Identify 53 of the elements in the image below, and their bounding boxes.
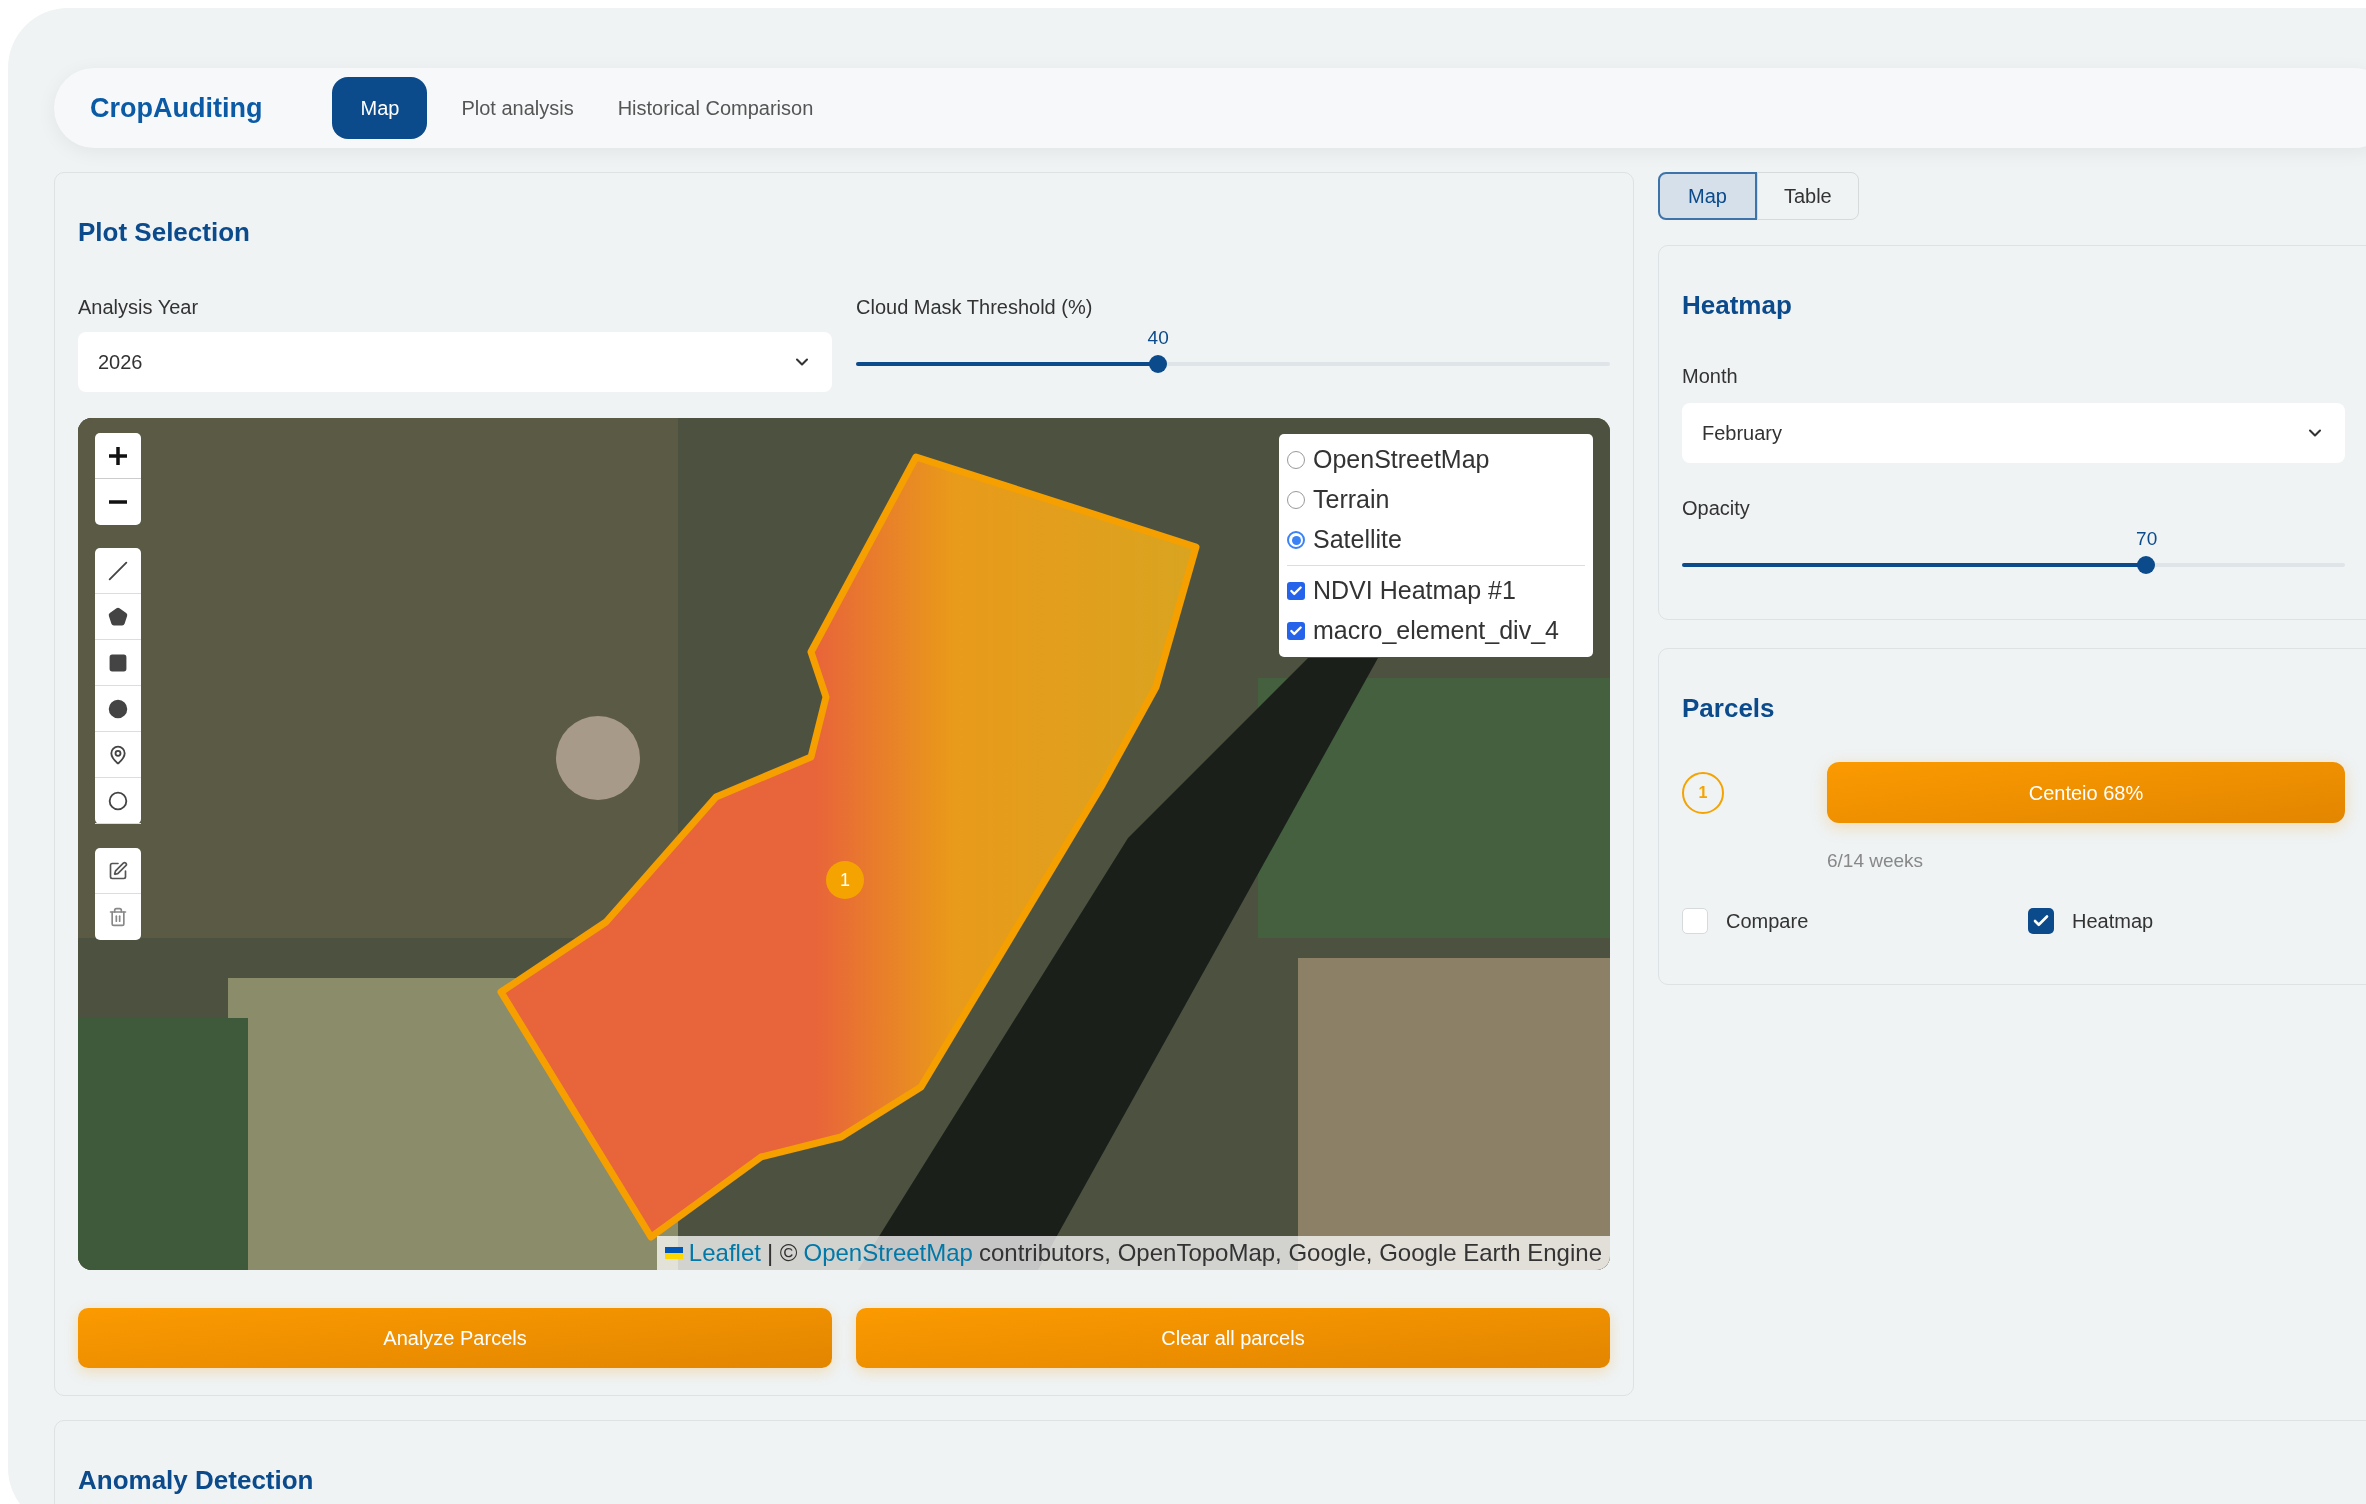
checkbox[interactable] xyxy=(2028,907,2054,934)
weeks-text: 6/14 weeks xyxy=(1827,849,1925,873)
circle-outline-icon xyxy=(108,790,128,811)
nav-tab[interactable]: Plot analysis xyxy=(451,77,584,139)
overlay-option[interactable]: NDVI Heatmap #1 xyxy=(1287,571,1585,611)
view-tab[interactable]: Map xyxy=(1658,172,1757,220)
circle-icon xyxy=(108,698,128,719)
field-label: Cloud Mask Threshold (%) xyxy=(856,295,1094,320)
card-title: Parcels xyxy=(1682,692,1776,725)
check-icon xyxy=(1289,584,1303,598)
flag-icon xyxy=(664,1247,683,1259)
brand-logo-text[interactable]: CropAuditing xyxy=(90,87,263,129)
year-select[interactable]: 2026 xyxy=(78,332,832,392)
slider-track[interactable] xyxy=(856,355,1610,373)
edit-icon xyxy=(108,860,128,881)
view-tab[interactable]: Table xyxy=(1756,172,1859,220)
checkbox[interactable] xyxy=(1682,907,1708,934)
slider-thumb[interactable] xyxy=(1148,355,1167,373)
card-title: Heatmap xyxy=(1682,289,1793,322)
slider-thumb[interactable] xyxy=(2137,556,2156,574)
minus-icon xyxy=(108,500,128,504)
base-layer-option[interactable]: Terrain xyxy=(1287,480,1585,520)
nav-tab[interactable]: Map xyxy=(332,77,428,139)
checkbox[interactable] xyxy=(1287,622,1305,640)
plus-icon xyxy=(108,445,128,466)
trash-icon xyxy=(108,907,128,927)
satellite-map[interactable]: 1 OpenStreetMap Terrain Satellite NDVI Heatmap #1 macro_element_div_4 Leaflet | © OpenStreetMap contributors, OpenTopoMap, Google, Google Earth Engine xyxy=(78,418,1610,1270)
attribution-text: contributors, OpenTopoMap, Google, Google Earth Engine xyxy=(978,1238,1602,1268)
base-layer-option[interactable]: OpenStreetMap xyxy=(1287,440,1585,480)
parcel-number-badge: 1 xyxy=(1682,772,1724,814)
card-title: Plot Selection xyxy=(78,216,251,249)
slider-value: 40 xyxy=(1147,328,1170,347)
slider-value: 70 xyxy=(2136,529,2159,548)
month-select[interactable]: February xyxy=(1682,403,2345,463)
radio-button[interactable] xyxy=(1287,531,1305,549)
nav-tab[interactable]: Historical Comparison xyxy=(607,77,824,139)
slider-track[interactable] xyxy=(1682,556,2345,574)
field-label: Analysis Year xyxy=(78,295,200,320)
pin-icon xyxy=(108,744,128,765)
card-title: Anomaly Detection xyxy=(78,1464,315,1497)
option-checkbox-label[interactable]: Heatmap xyxy=(2028,905,2366,936)
checkbox[interactable] xyxy=(1287,582,1305,600)
heatmap-parcel-polygon[interactable] xyxy=(497,453,1200,1241)
attribution-separator: | © xyxy=(766,1238,798,1268)
field-label: Month xyxy=(1682,364,1739,389)
check-icon xyxy=(1289,624,1303,638)
overlay-option[interactable]: macro_element_div_4 xyxy=(1287,611,1585,651)
option-checkbox-label[interactable]: Compare xyxy=(1682,905,2028,936)
square-icon xyxy=(108,652,128,673)
pentagon-icon xyxy=(108,606,128,627)
line-icon xyxy=(108,560,128,581)
base-layer-option[interactable]: Satellite xyxy=(1287,520,1585,560)
field-label: Opacity xyxy=(1682,496,1751,521)
